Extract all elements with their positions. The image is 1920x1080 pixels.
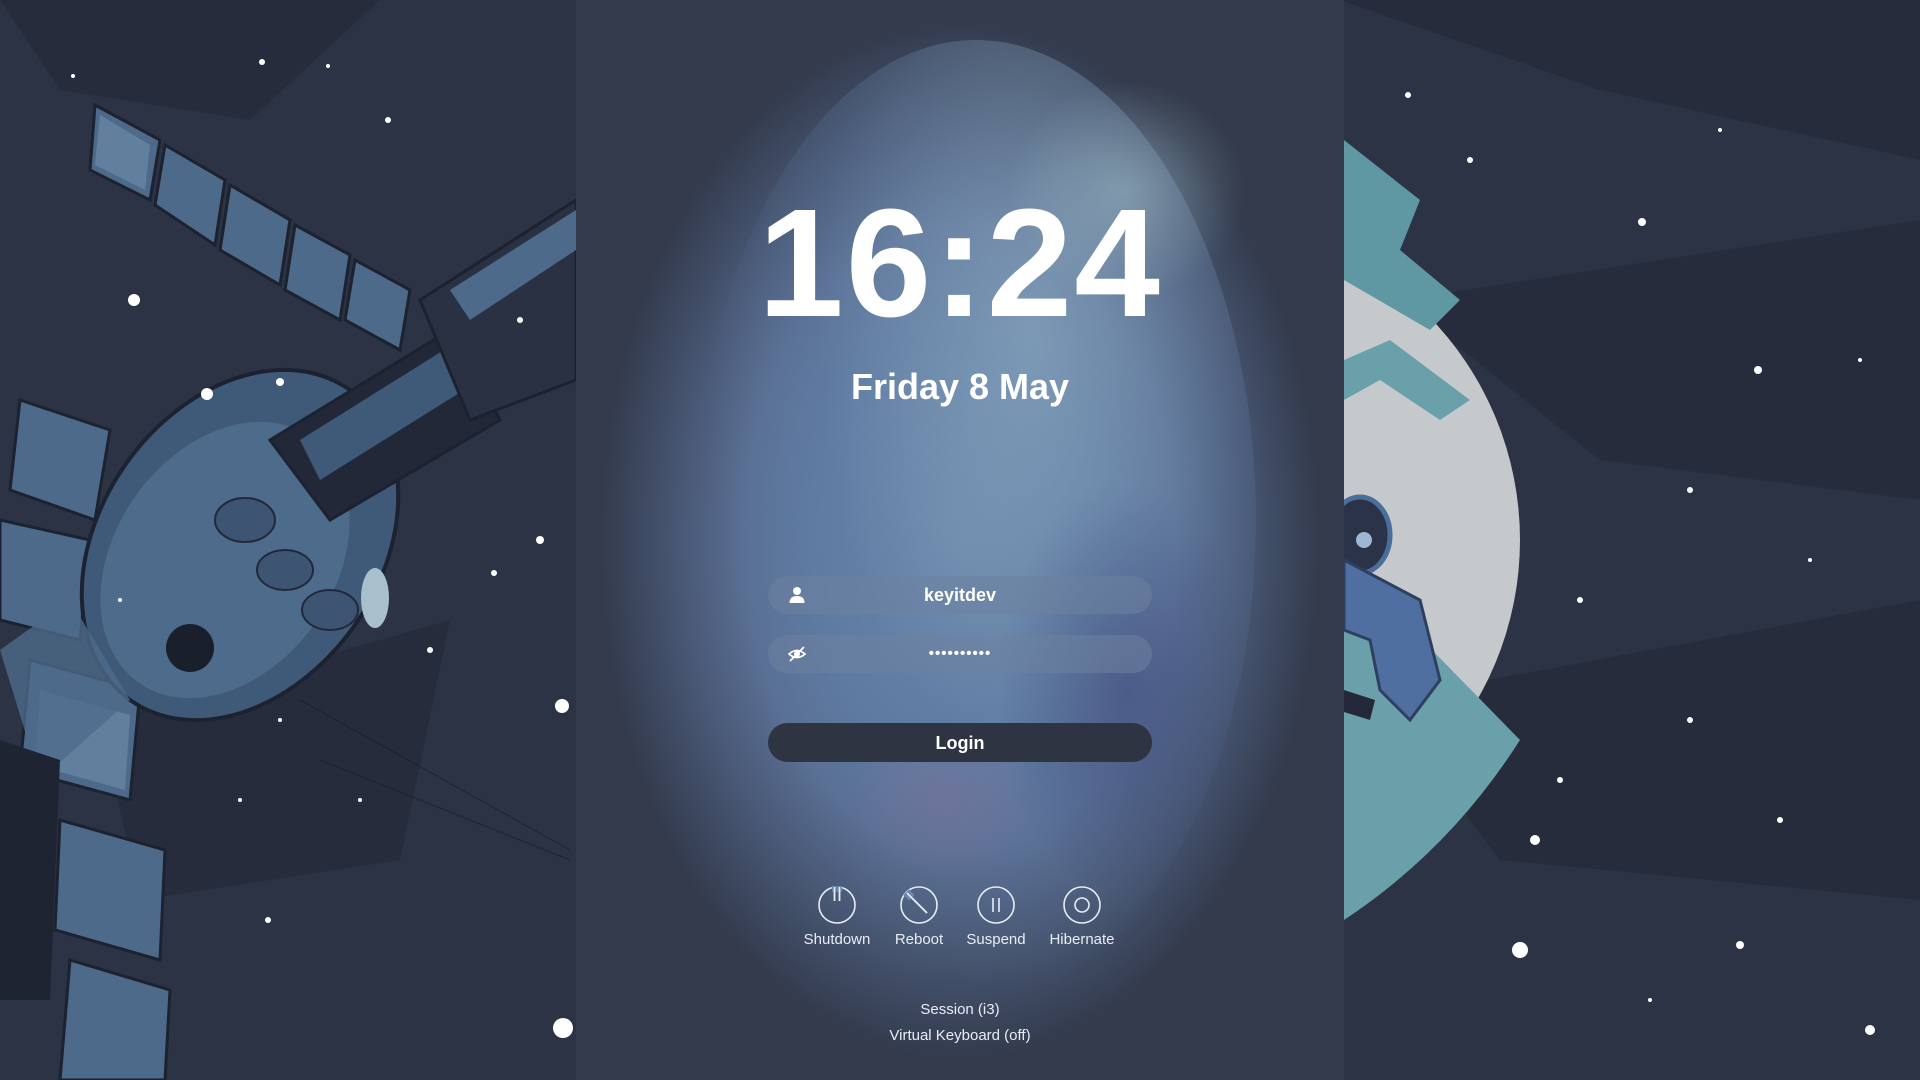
power-icon xyxy=(818,886,856,924)
password-field[interactable]: •••••••••• xyxy=(768,635,1152,673)
suspend-button[interactable]: Suspend xyxy=(951,885,1041,948)
password-value: •••••••••• xyxy=(928,645,992,662)
session-selector[interactable]: Session (i3) xyxy=(576,1001,1344,1018)
clock-date: Friday 8 May xyxy=(850,366,1070,407)
suspend-label: Suspend xyxy=(966,931,1026,948)
hibernate-button[interactable]: Hibernate xyxy=(1037,885,1127,948)
clock-time: 16:24 xyxy=(758,177,1162,349)
shutdown-label: Shutdown xyxy=(803,931,871,948)
reboot-icon xyxy=(900,886,938,924)
username-field[interactable]: keyitdev xyxy=(768,576,1152,614)
hibernate-label: Hibernate xyxy=(1049,931,1115,948)
shutdown-button[interactable]: Shutdown xyxy=(792,885,882,948)
hibernate-icon xyxy=(1063,886,1101,924)
virtual-keyboard-toggle[interactable]: Virtual Keyboard (off) xyxy=(576,1027,1344,1044)
username-value: keyitdev xyxy=(923,585,997,605)
pause-icon xyxy=(977,886,1015,924)
login-button[interactable]: Login xyxy=(768,723,1152,762)
